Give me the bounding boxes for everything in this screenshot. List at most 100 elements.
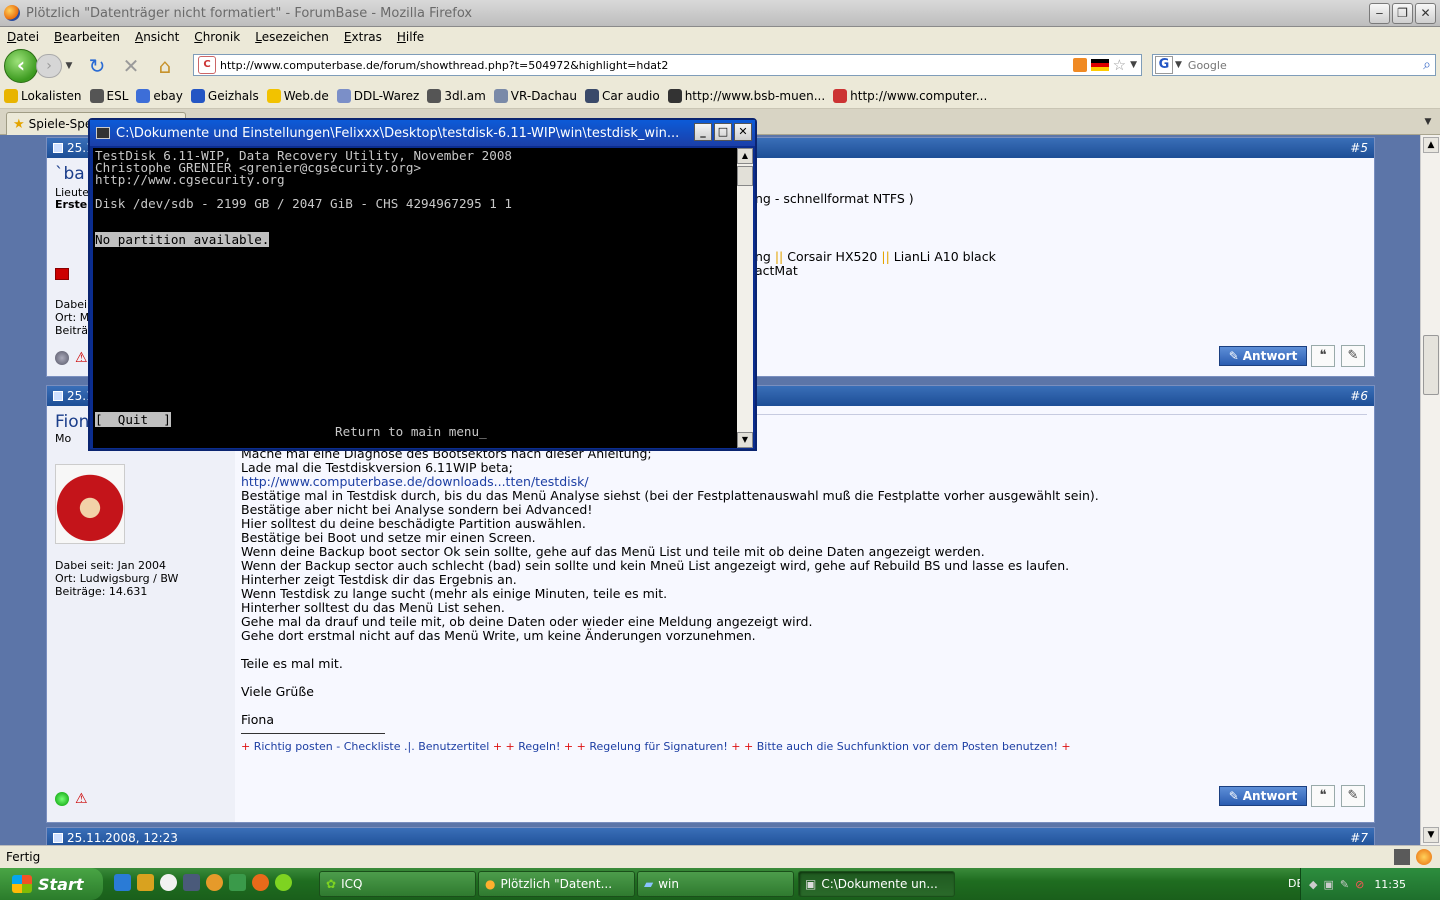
bookmark-ebay[interactable]: ebay — [136, 89, 183, 103]
page-scrollbar[interactable]: ▲ ▼ — [1420, 135, 1440, 845]
bookmark-icon — [667, 89, 682, 103]
search-engine-dropdown-icon[interactable]: ▼ — [1175, 60, 1182, 70]
task-win-folder[interactable]: ▰ win — [637, 871, 794, 897]
message-pane: Partitionieren kannst du einen USB-Stick… — [235, 406, 1374, 822]
firefox-status-icon[interactable] — [1416, 849, 1432, 865]
console-scrollbar[interactable]: ▲ ▼ — [737, 148, 753, 448]
stop-icon[interactable]: ✕ — [118, 53, 144, 79]
post-number[interactable]: #7 — [1350, 831, 1368, 845]
clock[interactable]: 11:35 — [1374, 878, 1406, 891]
sig-link-checkliste[interactable]: Richtig posten - Checkliste .|. Benutzer… — [254, 740, 490, 753]
bookmark-esl[interactable]: ESL — [89, 89, 128, 103]
bookmark-lokalisten[interactable]: Lokalisten — [4, 89, 82, 103]
bookmark-icon — [266, 89, 281, 103]
addon-icon[interactable] — [1394, 849, 1410, 865]
back-button[interactable]: ‹ — [4, 48, 38, 83]
tab-list-icon[interactable]: ▼ — [1418, 112, 1438, 132]
username[interactable]: Fion — [55, 412, 89, 432]
bookmark-vr-dachau[interactable]: VR-Dachau — [493, 89, 577, 103]
scroll-thumb[interactable] — [1423, 335, 1439, 395]
search-input[interactable] — [1187, 58, 1424, 72]
console-scroll-down-icon[interactable]: ▼ — [737, 432, 753, 448]
user-location: Ort: M — [55, 311, 90, 324]
bookmark-star-icon[interactable]: ☆ — [1113, 56, 1126, 74]
menu-extras[interactable]: Extras — [344, 30, 382, 44]
edit-button[interactable]: ✎ — [1341, 785, 1365, 807]
testdisk-download-link[interactable]: http://www.computerbase.de/downloads...t… — [241, 475, 1368, 489]
search-icon[interactable]: ⌕ — [1423, 57, 1431, 73]
desktop-icon[interactable] — [183, 874, 200, 891]
username[interactable]: `ba — [55, 164, 85, 184]
console-titlebar[interactable]: C:\Dokumente und Einstellungen\Felixxx\D… — [90, 120, 755, 146]
online-status-icon — [55, 792, 69, 806]
sig-link-signaturen[interactable]: Regelung für Signaturen! — [589, 740, 727, 753]
console-output[interactable]: TestDisk 6.11-WIP, Data Recovery Utility… — [93, 148, 737, 448]
firefox-quick-icon[interactable] — [252, 874, 269, 891]
report-icon[interactable]: ⚠ — [75, 350, 88, 366]
quit-option[interactable]: [ Quit ] — [95, 412, 171, 427]
search-bar[interactable]: G ▼ ⌕ — [1152, 54, 1436, 76]
console-close-button[interactable]: ✕ — [734, 123, 752, 141]
german-flag-icon[interactable] — [1090, 59, 1109, 71]
window-titlebar[interactable]: Plötzlich "Datenträger nicht formatiert"… — [0, 0, 1440, 27]
bookmark-bsb[interactable]: http://www.bsb-muen... — [667, 89, 825, 103]
reply-button[interactable]: ✎ Antwort — [1219, 346, 1307, 366]
scroll-up-icon[interactable]: ▲ — [1423, 137, 1439, 153]
user-joined: Dabei — [55, 298, 88, 311]
minimize-button[interactable]: ‒ — [1369, 3, 1390, 24]
quote-button[interactable]: ❝ — [1311, 345, 1335, 367]
scroll-down-icon[interactable]: ▼ — [1423, 827, 1439, 843]
bookmark-car-audio[interactable]: Car audio — [584, 89, 660, 103]
menu-datei[interactable]: Datei — [7, 30, 39, 44]
tray-pen-icon[interactable]: ✎ — [1340, 878, 1349, 891]
bookmark-webde[interactable]: Web.de — [266, 89, 329, 103]
url-dropdown-icon[interactable]: ▼ — [1130, 60, 1137, 70]
sig-link-regeln[interactable]: Regeln! — [518, 740, 560, 753]
google-engine-icon[interactable]: G — [1155, 56, 1173, 74]
rss-icon[interactable] — [1072, 58, 1087, 72]
tray-diamond-icon[interactable]: ◆ — [1309, 878, 1317, 891]
menu-bearbeiten[interactable]: Bearbeiten — [54, 30, 120, 44]
address-bar[interactable]: C http://www.computerbase.de/forum/showt… — [193, 54, 1142, 76]
restore-button[interactable]: ❐ — [1392, 3, 1413, 24]
menu-lesezeichen[interactable]: Lesezeichen — [255, 30, 329, 44]
console-window[interactable]: C:\Dokumente und Einstellungen\Felixxx\D… — [88, 118, 757, 451]
messenger-icon[interactable] — [229, 874, 246, 891]
tray-antivirus-icon[interactable]: ⊘ — [1355, 878, 1364, 891]
task-icq[interactable]: ✿ ICQ — [319, 871, 476, 897]
task-console[interactable]: ▣ C:\Dokumente un... — [798, 871, 955, 897]
info-icon[interactable] — [206, 874, 223, 891]
bookmark-ddl-warez[interactable]: DDL-Warez — [336, 89, 419, 103]
report-icon[interactable]: ⚠ — [75, 791, 88, 807]
edit-button[interactable]: ✎ — [1341, 345, 1365, 367]
reply-button[interactable]: ✎ Antwort — [1219, 786, 1307, 806]
icq-quick-icon[interactable] — [275, 874, 292, 891]
url-text[interactable]: http://www.computerbase.de/forum/showthr… — [220, 59, 1073, 72]
menu-chronik[interactable]: Chronik — [194, 30, 240, 44]
close-button[interactable]: ✕ — [1415, 3, 1436, 24]
console-scroll-up-icon[interactable]: ▲ — [737, 148, 753, 164]
media-player-icon[interactable] — [160, 874, 177, 891]
winamp-icon[interactable] — [137, 874, 154, 891]
console-maximize-button[interactable]: □ — [714, 123, 732, 141]
ie-icon[interactable] — [114, 874, 131, 891]
bookmark-geizhals[interactable]: Geizhals — [190, 89, 259, 103]
menu-ansicht[interactable]: Ansicht — [135, 30, 179, 44]
home-icon[interactable]: ⌂ — [152, 53, 178, 79]
history-dropdown-icon[interactable]: ▼ — [62, 54, 76, 78]
console-scroll-thumb[interactable] — [737, 166, 753, 186]
bookmark-computerbase[interactable]: http://www.computer... — [833, 89, 987, 103]
post-number[interactable]: #5 — [1350, 141, 1368, 155]
start-button[interactable]: Start — [0, 868, 103, 900]
quote-button[interactable]: ❝ — [1311, 785, 1335, 807]
bookmark-3dl[interactable]: 3dl.am — [427, 89, 486, 103]
forward-button[interactable]: › — [36, 53, 62, 78]
tray-monitor-icon[interactable]: ▣ — [1323, 878, 1333, 891]
sig-link-suchfunktion[interactable]: Bitte auch die Suchfunktion vor dem Post… — [757, 740, 1058, 753]
post-number[interactable]: #6 — [1350, 389, 1368, 403]
console-minimize-button[interactable]: _ — [694, 123, 712, 141]
menu-hilfe[interactable]: Hilfe — [397, 30, 424, 44]
reload-icon[interactable]: ↻ — [84, 53, 110, 79]
user-avatar[interactable] — [55, 464, 125, 544]
task-firefox[interactable]: ● Plötzlich "Datent... — [478, 871, 635, 897]
